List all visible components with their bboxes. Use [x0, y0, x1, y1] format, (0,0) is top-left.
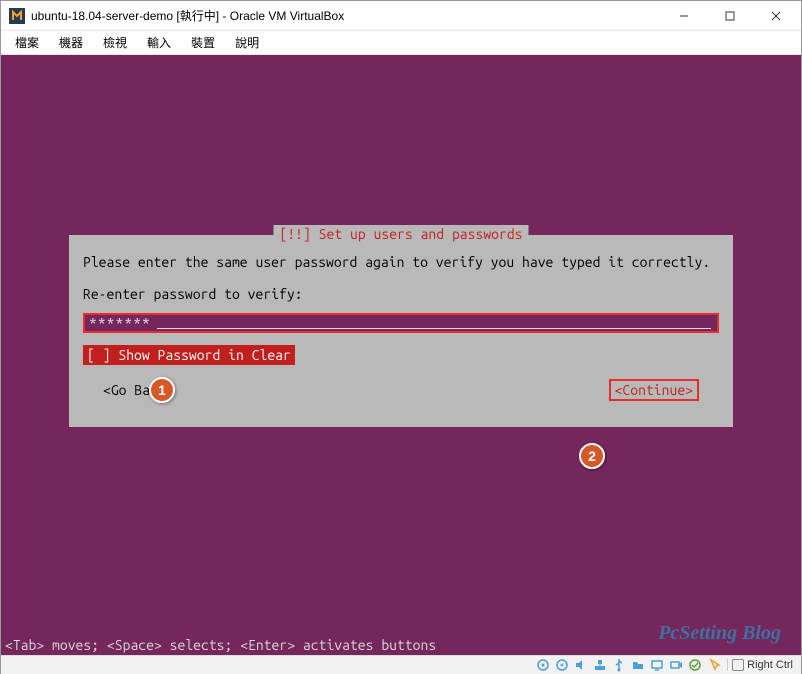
host-key-label: Right Ctrl — [747, 659, 793, 671]
keyboard-icon — [732, 659, 744, 671]
hard-disk-icon[interactable] — [535, 657, 551, 673]
display-icon[interactable] — [649, 657, 665, 673]
annotation-2: 2 — [579, 443, 605, 469]
menu-devices[interactable]: 裝置 — [183, 32, 223, 53]
password-value: ******* — [89, 314, 151, 332]
mouse-integration-icon[interactable] — [706, 657, 722, 673]
window-title: ubuntu-18.04-server-demo [執行中] - Oracle … — [31, 7, 344, 24]
vm-display[interactable]: [!!] Set up users and passwords Please e… — [1, 55, 801, 655]
recording-icon[interactable] — [668, 657, 684, 673]
dialog-title: [!!] Set up users and passwords — [273, 225, 528, 243]
password-input[interactable]: ******* — [83, 313, 719, 333]
menu-view[interactable]: 檢視 — [95, 32, 135, 53]
vm-statusbar: Right Ctrl — [1, 655, 801, 674]
optical-disk-icon[interactable] — [554, 657, 570, 673]
host-key-indicator[interactable]: Right Ctrl — [727, 659, 797, 671]
close-button[interactable] — [753, 1, 799, 31]
minimize-button[interactable] — [661, 1, 707, 31]
menubar: 檔案 機器 檢視 輸入 裝置 說明 — [1, 31, 801, 55]
dialog-prompt: Re-enter password to verify: — [83, 285, 719, 303]
installer-helpbar: <Tab> moves; <Space> selects; <Enter> ac… — [1, 635, 436, 655]
shared-folders-icon[interactable] — [630, 657, 646, 673]
maximize-button[interactable] — [707, 1, 753, 31]
guest-additions-icon[interactable] — [687, 657, 703, 673]
menu-help[interactable]: 說明 — [227, 32, 267, 53]
usb-icon[interactable] — [611, 657, 627, 673]
network-icon[interactable] — [592, 657, 608, 673]
audio-icon[interactable] — [573, 657, 589, 673]
window-titlebar: ubuntu-18.04-server-demo [執行中] - Oracle … — [1, 1, 801, 31]
show-password-checkbox[interactable]: [ ] Show Password in Clear — [83, 345, 295, 365]
continue-button[interactable]: <Continue> — [609, 379, 699, 401]
menu-machine[interactable]: 機器 — [51, 32, 91, 53]
menu-file[interactable]: 檔案 — [7, 32, 47, 53]
annotation-1: 1 — [149, 377, 175, 403]
dialog-instruction: Please enter the same user password agai… — [83, 253, 719, 271]
watermark: PcSetting Blog — [658, 622, 781, 645]
virtualbox-icon — [9, 8, 25, 24]
menu-input[interactable]: 輸入 — [139, 32, 179, 53]
